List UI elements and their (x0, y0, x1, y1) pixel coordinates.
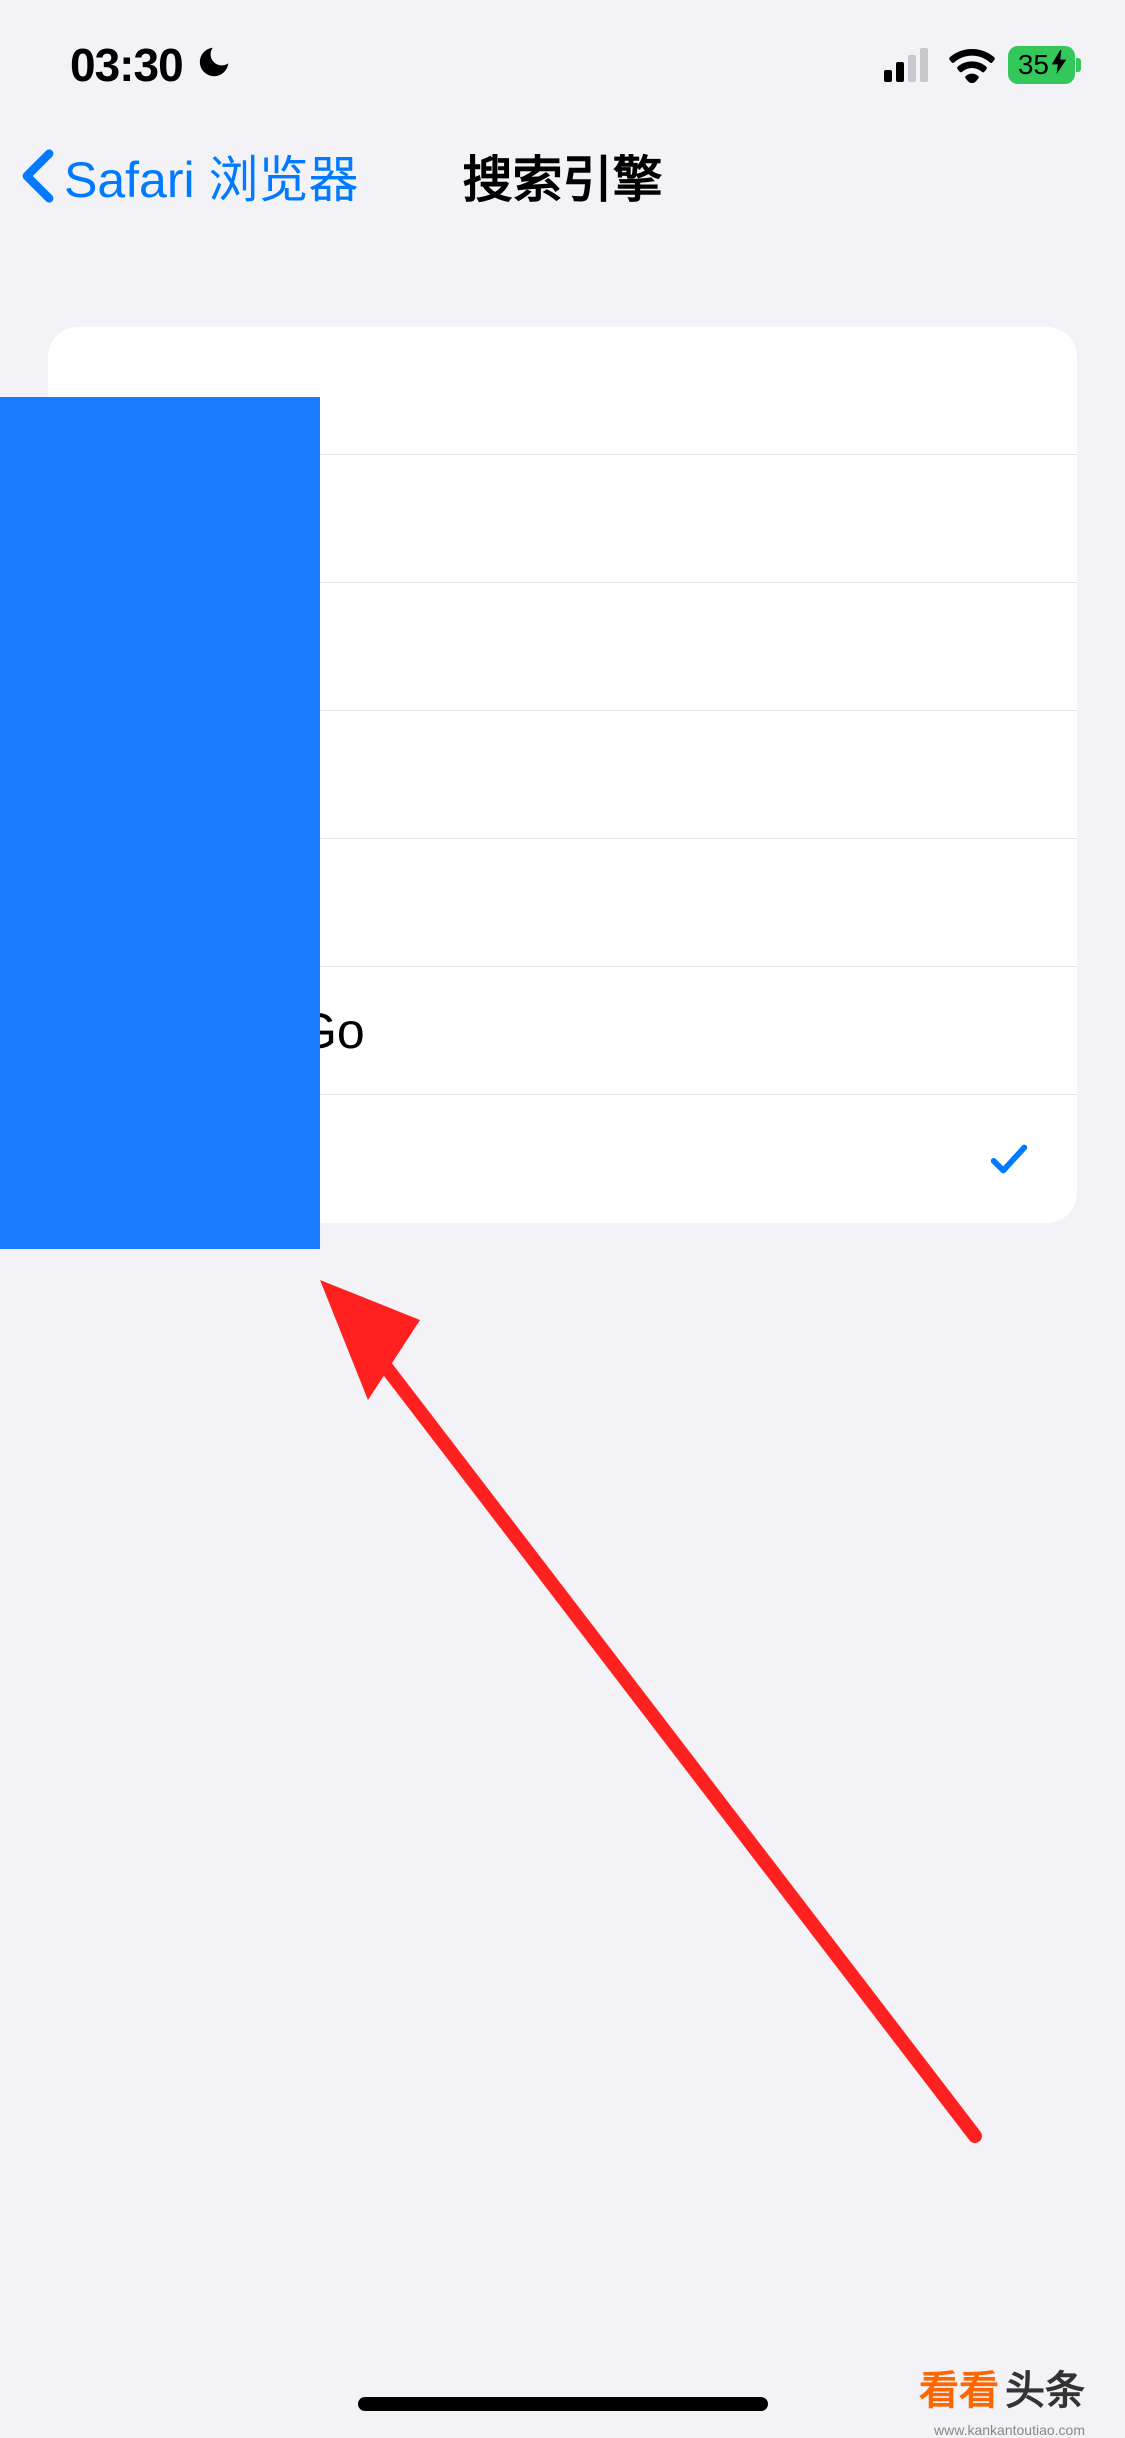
battery-level: 35 (1018, 49, 1049, 81)
watermark: 看看 头条 (919, 2358, 1085, 2416)
status-time: 03:30 (70, 38, 183, 92)
page-title: 搜索引擎 (463, 140, 663, 212)
back-button[interactable]: Safari 浏览器 (20, 140, 359, 212)
home-indicator[interactable] (358, 2397, 768, 2411)
back-label: Safari 浏览器 (64, 140, 359, 212)
watermark-brand: 看看 (919, 2358, 999, 2416)
charging-icon (1051, 50, 1067, 80)
cellular-signal-icon (884, 48, 936, 82)
navigation-bar: Safari 浏览器 搜索引擎 (0, 100, 1125, 242)
battery-icon: 35 (1008, 46, 1075, 84)
watermark-brand-sub: 头条 (1005, 2358, 1085, 2416)
redaction-overlay (0, 397, 320, 1249)
checkmark-icon (986, 1136, 1032, 1182)
status-right: 35 (884, 46, 1075, 84)
chevron-left-icon (20, 148, 56, 204)
do-not-disturb-icon (195, 43, 233, 87)
wifi-icon (948, 47, 996, 83)
status-left: 03:30 (70, 38, 233, 92)
status-bar: 03:30 35 (0, 0, 1125, 100)
